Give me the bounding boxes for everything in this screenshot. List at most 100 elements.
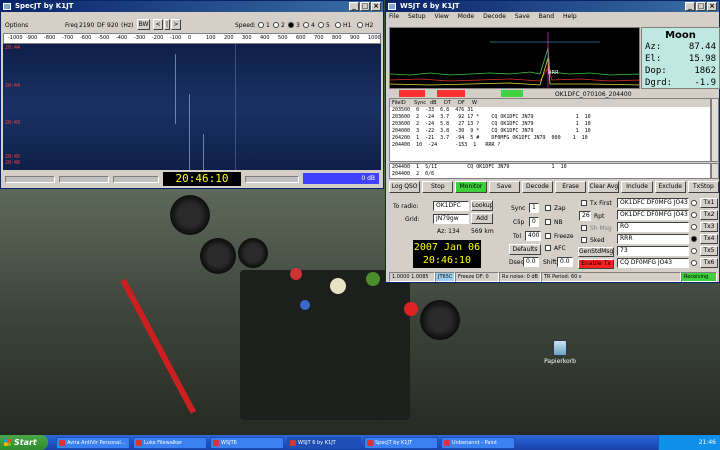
wsjt-window[interactable]: WSJT 6 by K1JT _ □ × File Setup View Mod… — [385, 0, 720, 283]
contrast-slider[interactable] — [59, 176, 109, 183]
tx3-button[interactable]: Tx3 — [700, 222, 718, 232]
freeze-checkbox[interactable] — [545, 233, 551, 239]
grid-field[interactable]: JN79gw — [433, 214, 469, 224]
tx4-message[interactable]: RRR — [617, 234, 689, 244]
rpt-field[interactable]: 26 — [579, 211, 591, 221]
bw-right-button[interactable]: > — [171, 19, 181, 30]
tx2-button[interactable]: Tx2 — [700, 210, 718, 220]
bw-left-button[interactable]: < — [153, 19, 163, 30]
clear-avg-button[interactable]: Clear Avg — [588, 181, 620, 193]
tx6-message[interactable]: CQ DF0MFG JO43 — [617, 258, 689, 268]
stop-button[interactable]: Stop — [422, 181, 454, 193]
sh-msg-label: Sh Msg — [590, 225, 612, 232]
sked-checkbox[interactable] — [581, 237, 587, 243]
tx2-message[interactable]: OK1DFC DF0MFG JO43 OOO — [617, 210, 689, 220]
decode-scrollbar[interactable] — [711, 98, 719, 162]
tx2-radio[interactable] — [691, 212, 697, 218]
task-wsjt6[interactable]: WSJT6 — [210, 436, 284, 449]
bw-button[interactable]: BW — [137, 19, 150, 30]
specjt-titlebar[interactable]: SpecJT by K1JT _ □ × — [1, 1, 383, 12]
erase-button[interactable]: Erase — [555, 181, 587, 193]
brightness-slider[interactable] — [5, 176, 55, 183]
dsec-field[interactable]: 0.0 — [523, 257, 539, 267]
nb-checkbox[interactable] — [545, 219, 551, 225]
decoded-text-area[interactable]: FileID Sync dB DT DF W 203500 0 -33 6.8 … — [389, 98, 711, 162]
enable-tx-button[interactable]: Enable Tx — [578, 259, 614, 269]
task-paint[interactable]: Unbenannt - Paint — [441, 436, 515, 449]
tx6-radio[interactable] — [691, 260, 697, 266]
add-button[interactable]: Add — [471, 213, 493, 224]
defaults-button[interactable]: Defaults — [509, 244, 541, 255]
menu-save[interactable]: Save — [515, 12, 530, 22]
task-wsjt-window[interactable]: WSJT 6 by K1JT — [287, 436, 361, 449]
speed-radio-1[interactable] — [258, 22, 264, 28]
h2-radio[interactable] — [357, 22, 363, 28]
options-menu[interactable]: Options — [5, 22, 28, 29]
tx1-button[interactable]: Tx1 — [700, 198, 718, 208]
sync-field[interactable]: 1 — [529, 203, 539, 213]
log-qso-button[interactable]: Log QSO — [389, 181, 421, 193]
menu-view[interactable]: View — [435, 12, 449, 22]
close-button[interactable]: × — [707, 2, 717, 11]
tx1-message[interactable]: OK1DFC DF0MFG JO43 — [617, 198, 689, 208]
gen-std-msgs-button[interactable]: GenStdMsgs — [578, 247, 614, 257]
task-avira[interactable]: Avira AntiVir Personal... — [56, 436, 130, 449]
shift-field[interactable]: 0.0 — [557, 257, 573, 267]
minimize-button[interactable]: _ — [349, 2, 359, 11]
menu-band[interactable]: Band — [539, 12, 554, 22]
bw-mid-button[interactable]: | — [164, 19, 170, 30]
tx5-message[interactable]: 73 — [617, 246, 689, 256]
wallpaper-gauge — [238, 238, 268, 268]
decode-button[interactable]: Decode — [521, 181, 554, 193]
tx4-radio[interactable] — [691, 236, 697, 242]
tx6-button[interactable]: Tx6 — [700, 258, 718, 268]
close-button[interactable]: × — [371, 2, 381, 11]
speed-radio-4[interactable] — [303, 22, 309, 28]
tol-field[interactable]: 400 — [525, 231, 541, 241]
maximize-button[interactable]: □ — [360, 2, 370, 11]
scale-tick-label: 800 — [332, 35, 342, 41]
spectrum-plot[interactable]: RRR — [389, 27, 640, 89]
average-scrollbar[interactable] — [711, 163, 719, 179]
task-specjt[interactable]: SpecJT by K1JT — [364, 436, 438, 449]
txstop-button[interactable]: TxStop — [687, 181, 720, 193]
speed-radio-3[interactable] — [288, 22, 294, 28]
tx-first-checkbox[interactable] — [581, 200, 587, 206]
gain-slider[interactable] — [113, 176, 159, 183]
task-luke-filewalker[interactable]: Luke Filewalker — [133, 436, 207, 449]
speed-radio-5[interactable] — [318, 22, 324, 28]
recycle-bin-icon[interactable]: Papierkorb — [540, 340, 580, 365]
speed-radio-2[interactable] — [273, 22, 279, 28]
minimize-button[interactable]: _ — [685, 2, 695, 11]
average-text-area[interactable]: 204400 1 S/1I CQ OK1DFC JN79 1 10 204400… — [389, 163, 711, 179]
waterfall-display[interactable]: 20:44 20:43 20:45 20:44 20:46 — [3, 44, 381, 170]
tx1-radio[interactable] — [691, 200, 697, 206]
tx3-message[interactable]: RO — [617, 222, 689, 232]
menu-setup[interactable]: Setup — [408, 12, 425, 22]
menu-mode[interactable]: Mode — [458, 12, 474, 22]
zap-checkbox[interactable] — [545, 205, 551, 211]
menu-help[interactable]: Help — [563, 12, 577, 22]
tx5-button[interactable]: Tx5 — [700, 246, 718, 256]
system-tray-clock[interactable]: 21:46 — [658, 435, 720, 450]
lookup-button[interactable]: Lookup — [471, 200, 493, 211]
menu-file[interactable]: File — [389, 12, 399, 22]
maximize-button[interactable]: □ — [696, 2, 706, 11]
include-button[interactable]: Include — [621, 181, 653, 193]
afc-checkbox[interactable] — [545, 245, 551, 251]
menu-decode[interactable]: Decode — [483, 12, 506, 22]
to-radio-field[interactable]: OK1DFC — [433, 201, 469, 211]
specjt-window[interactable]: SpecJT by K1JT _ □ × Options Freq 2190 D… — [0, 0, 384, 189]
h1-radio[interactable] — [335, 22, 341, 28]
monitor-button[interactable]: Monitor — [455, 181, 487, 193]
zero-slider[interactable] — [245, 176, 299, 183]
tx3-radio[interactable] — [691, 224, 697, 230]
save-button[interactable]: Save — [488, 181, 520, 193]
tx5-radio[interactable] — [691, 248, 697, 254]
sh-msg-checkbox[interactable] — [581, 225, 587, 231]
clip-field[interactable]: 0 — [529, 217, 539, 227]
wsjt-titlebar[interactable]: WSJT 6 by K1JT _ □ × — [386, 1, 719, 12]
exclude-button[interactable]: Exclude — [654, 181, 686, 193]
start-button[interactable]: Start — [0, 435, 48, 450]
tx4-button[interactable]: Tx4 — [700, 234, 718, 244]
